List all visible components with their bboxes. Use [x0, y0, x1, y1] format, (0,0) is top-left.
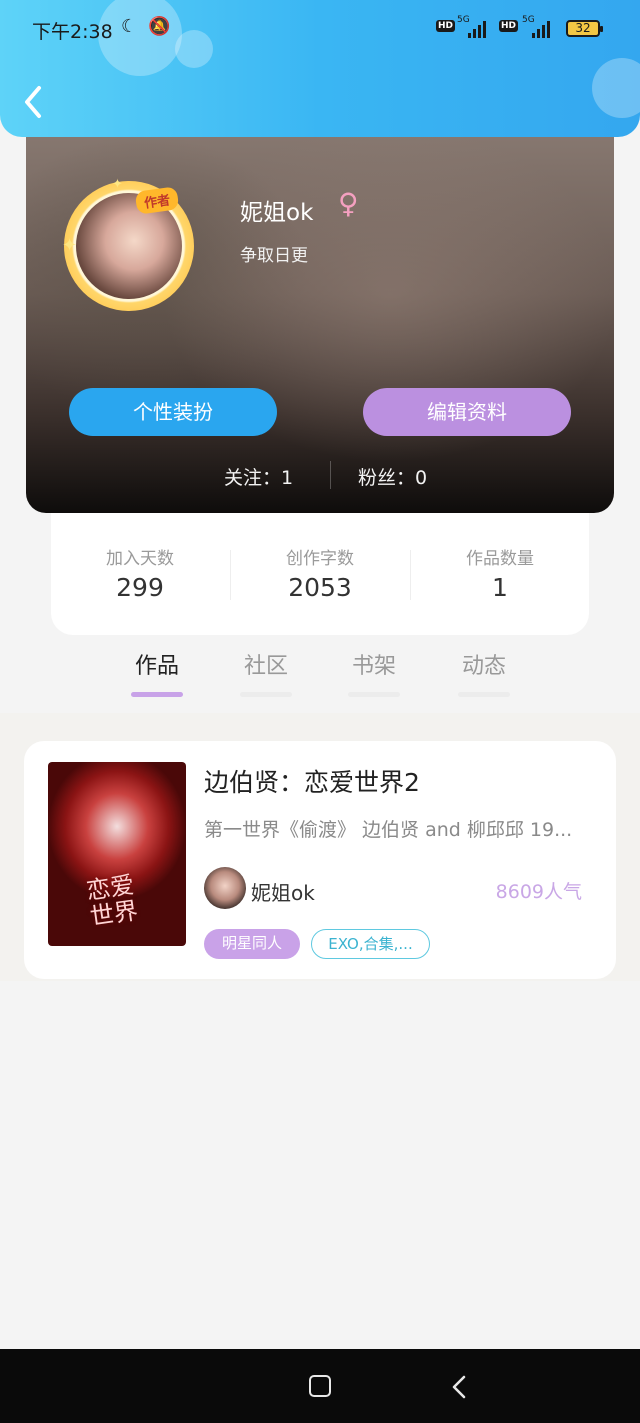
dress-up-button[interactable]: 个性装扮: [69, 388, 277, 436]
stat-value: 299: [116, 573, 164, 602]
tab-bookshelf[interactable]: 书架: [344, 648, 404, 697]
author-avatar: [204, 867, 246, 909]
tab-indicator: [240, 692, 292, 697]
signal-icon: [532, 18, 550, 38]
sparkle-icon: ✦: [112, 177, 123, 192]
mute-bell-icon: 🔕: [148, 16, 171, 37]
work-card[interactable]: 恋爱世界 边伯贤：恋爱世界2 第一世界《偷渡》 边伯贤 and 柳邱邱 19..…: [24, 741, 616, 979]
profile-hero: 作者 ✦ ✦ 妮姐ok ♀ 争取日更 个性装扮 编辑资料 关注：1 粉丝：0: [26, 115, 614, 513]
tab-indicator: [348, 692, 400, 697]
top-header: 下午2:38 ☾ 🔕 HD 5G HD 5G 32: [0, 0, 640, 137]
hd-icon: HD: [499, 20, 519, 32]
topic-tag[interactable]: EXO,合集,...: [311, 929, 430, 959]
decor-bubble: [592, 58, 640, 118]
stat-word-count: 创作字数 2053: [231, 544, 409, 602]
hd-icon: HD: [436, 20, 456, 32]
back-arrow-icon[interactable]: [22, 84, 44, 120]
edit-profile-button[interactable]: 编辑资料: [363, 388, 571, 436]
stat-label: 加入天数: [106, 549, 174, 569]
stat-join-days: 加入天数 299: [51, 544, 229, 602]
female-icon: ♀: [338, 187, 359, 220]
tab-works[interactable]: 作品: [127, 648, 187, 697]
battery-icon: 32: [566, 20, 603, 37]
book-description: 第一世界《偷渡》 边伯贤 and 柳邱邱 19...: [204, 819, 573, 841]
moon-icon: ☾: [121, 16, 138, 37]
signal-icon: [468, 18, 486, 38]
tab-label: 社区: [243, 654, 288, 679]
book-title[interactable]: 边伯贤：恋爱世界2: [204, 763, 420, 799]
divider: [330, 461, 331, 489]
tab-label: 书架: [351, 654, 396, 679]
author-name: 妮姐ok: [251, 881, 315, 905]
tab-indicator: [458, 692, 510, 697]
popularity-count: 8609人气: [495, 881, 582, 903]
tab-activity[interactable]: 动态: [454, 648, 514, 697]
followers-count[interactable]: 粉丝：0: [358, 463, 427, 490]
user-signature: 争取日更: [240, 246, 308, 266]
stat-works-count: 作品数量 1: [411, 544, 589, 602]
tab-label: 动态: [461, 654, 506, 679]
stat-value: 2053: [288, 573, 352, 602]
stats-card: 加入天数 299 创作字数 2053 作品数量 1: [51, 508, 589, 635]
tab-label: 作品: [134, 654, 179, 679]
tab-community[interactable]: 社区: [236, 648, 296, 697]
nav-back-icon[interactable]: [450, 1374, 468, 1400]
stat-label: 创作字数: [286, 549, 354, 569]
tab-indicator: [131, 692, 183, 697]
genre-tag[interactable]: 明星同人: [204, 929, 300, 959]
following-count[interactable]: 关注：1: [224, 463, 293, 490]
stat-value: 1: [492, 573, 508, 602]
sparkle-icon: ✦: [62, 235, 78, 256]
system-nav-bar: [0, 1349, 640, 1423]
home-square-icon[interactable]: [309, 1375, 331, 1397]
book-cover[interactable]: 恋爱世界: [48, 762, 186, 946]
stat-label: 作品数量: [466, 549, 534, 569]
username: 妮姐ok: [240, 200, 314, 226]
cover-title: 恋爱世界: [84, 870, 140, 931]
status-bar: 下午2:38 ☾ 🔕 HD 5G HD 5G 32: [0, 0, 640, 60]
profile-tabs: 作品 社区 书架 动态: [0, 648, 640, 710]
status-time: 下午2:38: [32, 21, 113, 43]
